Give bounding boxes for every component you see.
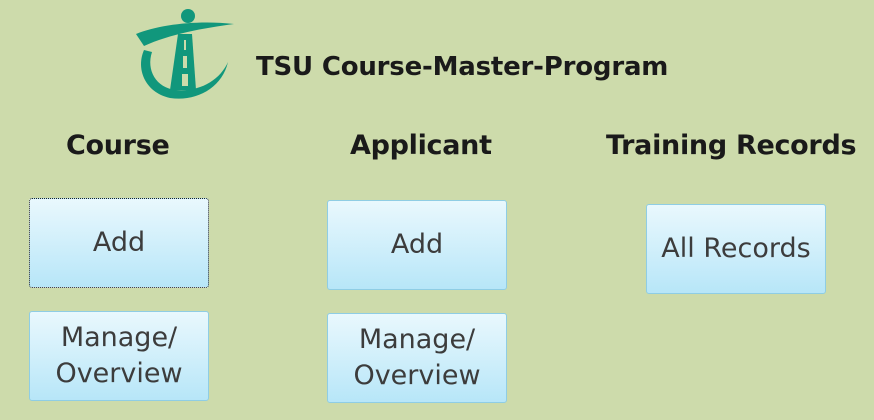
all-records-button[interactable]: All Records xyxy=(646,204,826,294)
course-add-button[interactable]: Add xyxy=(29,198,209,288)
course-manage-overview-label: Manage/ Overview xyxy=(55,322,183,389)
tsu-logo-icon xyxy=(136,9,234,99)
all-records-label: All Records xyxy=(661,233,811,264)
applicant-manage-overview-button[interactable]: Manage/ Overview xyxy=(327,313,507,403)
applicant-add-button[interactable]: Add xyxy=(327,200,507,290)
course-add-label: Add xyxy=(92,227,146,258)
course-manage-overview-button[interactable]: Manage/ Overview xyxy=(29,311,209,401)
applicant-manage-overview-label: Manage/ Overview xyxy=(353,324,481,391)
applicant-add-label: Add xyxy=(390,229,444,260)
applicant-heading: Applicant xyxy=(350,130,492,161)
app-title: TSU Course-Master-Program xyxy=(256,52,669,82)
course-heading: Course xyxy=(66,130,170,161)
training-records-heading: Training Records xyxy=(606,130,857,161)
